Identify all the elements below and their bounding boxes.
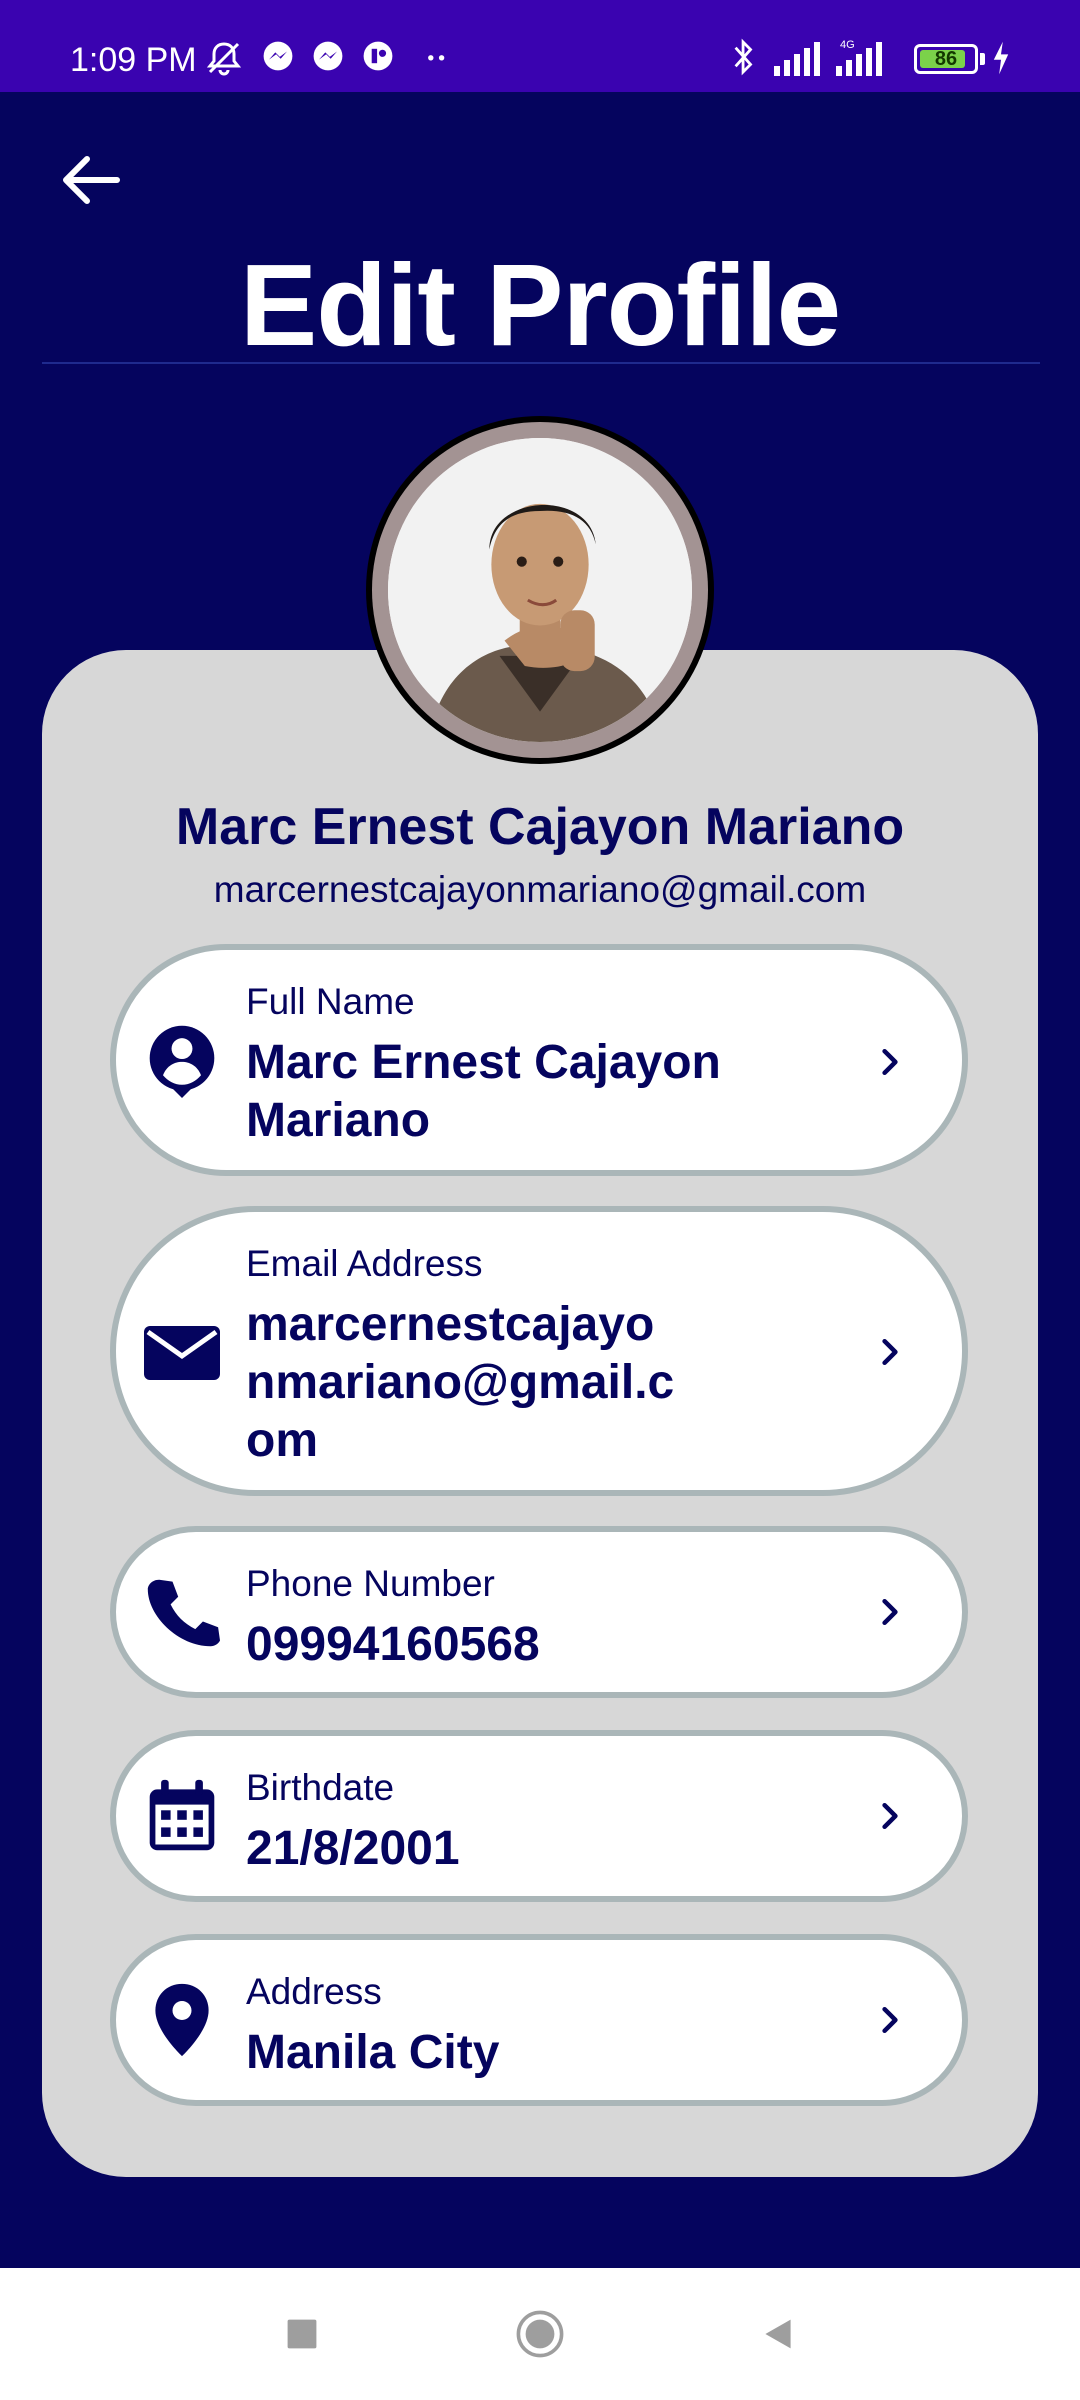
email-label: Email Address	[246, 1243, 483, 1284]
app-notification-icon	[360, 38, 400, 78]
phone-label: Phone Number	[246, 1563, 495, 1604]
page-title: Edit Profile	[239, 240, 841, 370]
arrow-left-icon	[63, 156, 120, 204]
full-name-label: Full Name	[246, 981, 415, 1022]
back-nav-button[interactable]	[748, 2304, 808, 2364]
birthdate-field[interactable]: Birthdate 21/8/2001	[110, 1730, 968, 1902]
chevron-right-icon	[870, 1796, 910, 1836]
mail-icon	[142, 1312, 222, 1392]
avatar-photo	[388, 438, 692, 742]
chevron-right-icon	[870, 2000, 910, 2040]
messenger-icon	[260, 38, 300, 78]
network-type: 4G	[840, 39, 855, 51]
avatar-frame	[372, 422, 708, 758]
signal-icon	[772, 36, 822, 80]
account-pin-icon	[142, 1020, 222, 1100]
system-nav-bar	[0, 2268, 1080, 2400]
battery-label: 86	[934, 48, 958, 70]
address-field[interactable]: Address Manila City	[110, 1934, 968, 2106]
status-bar: 1:09 PM 4G 86	[0, 0, 1080, 92]
more-dots-icon	[420, 38, 460, 78]
back-triangle-icon	[765, 2319, 791, 2349]
chevron-right-icon	[870, 1592, 910, 1632]
battery-icon: 86	[914, 44, 978, 74]
back-button[interactable]	[48, 140, 132, 220]
calendar-icon	[142, 1776, 222, 1856]
recents-button[interactable]	[272, 2304, 332, 2364]
full-name-value: Marc Ernest Cajayon Mariano	[246, 1036, 721, 1147]
phone-icon	[142, 1572, 222, 1652]
recents-square-icon	[287, 2319, 317, 2349]
birthdate-value: 21/8/2001	[246, 1822, 460, 1875]
messenger-icon	[310, 38, 350, 78]
phone-field[interactable]: Phone Number 09994160568	[110, 1526, 968, 1698]
chevron-right-icon	[870, 1332, 910, 1372]
birthdate-label: Birthdate	[246, 1767, 395, 1808]
home-button[interactable]	[510, 2304, 570, 2364]
profile-email: marcernestcajayonmariano@gmail.com	[213, 869, 867, 910]
title-divider	[42, 362, 1040, 364]
status-time: 1:09 PM	[70, 41, 197, 79]
location-pin-icon	[142, 1980, 222, 2060]
email-field[interactable]: Email Address marcernestcajayonmariano@g…	[110, 1206, 968, 1496]
chevron-right-icon	[870, 1042, 910, 1082]
battery-tip	[980, 53, 985, 65]
full-name-field[interactable]: Full Name Marc Ernest Cajayon Mariano	[110, 944, 968, 1176]
profile-name: Marc Ernest Cajayon Mariano	[175, 798, 905, 856]
mute-alarm-icon	[204, 38, 244, 78]
bluetooth-icon	[730, 36, 758, 80]
charging-icon	[990, 40, 1012, 84]
avatar[interactable]	[366, 416, 714, 764]
address-value: Manila City	[246, 2026, 500, 2079]
email-value: marcernestcajayonmariano@gmail.com	[246, 1298, 675, 1467]
signal-4g-icon: 4G	[834, 36, 900, 80]
address-label: Address	[246, 1971, 382, 2012]
home-circle-icon	[516, 2310, 564, 2358]
phone-value: 09994160568	[246, 1618, 540, 1671]
